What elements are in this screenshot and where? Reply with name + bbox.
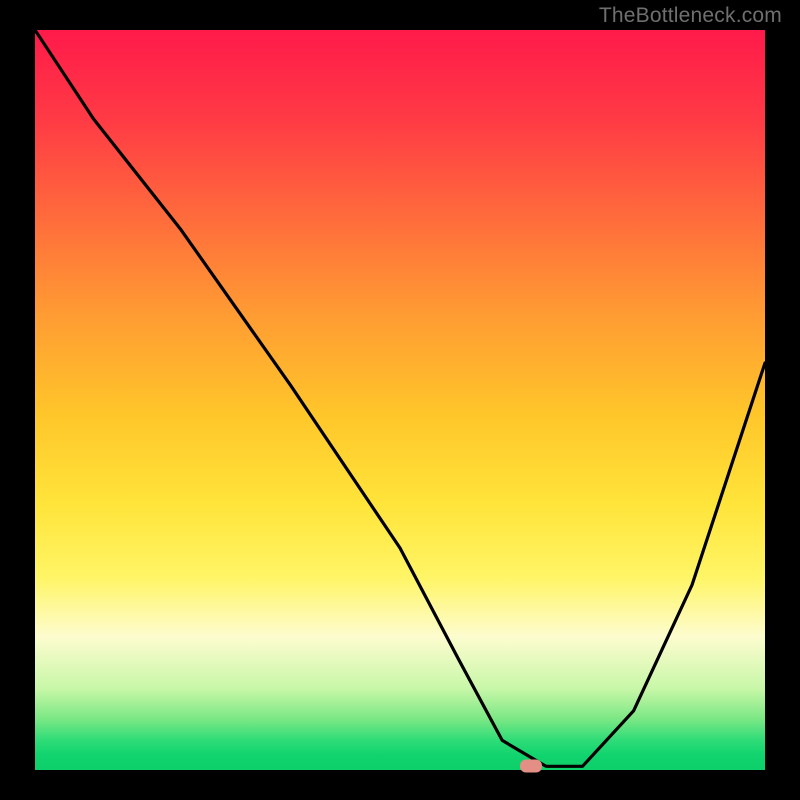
watermark-text: TheBottleneck.com [599,4,782,28]
optimal-point-marker [520,760,542,773]
bottleneck-curve [35,30,765,770]
plot-area [35,30,765,770]
chart-frame: TheBottleneck.com [0,0,800,800]
